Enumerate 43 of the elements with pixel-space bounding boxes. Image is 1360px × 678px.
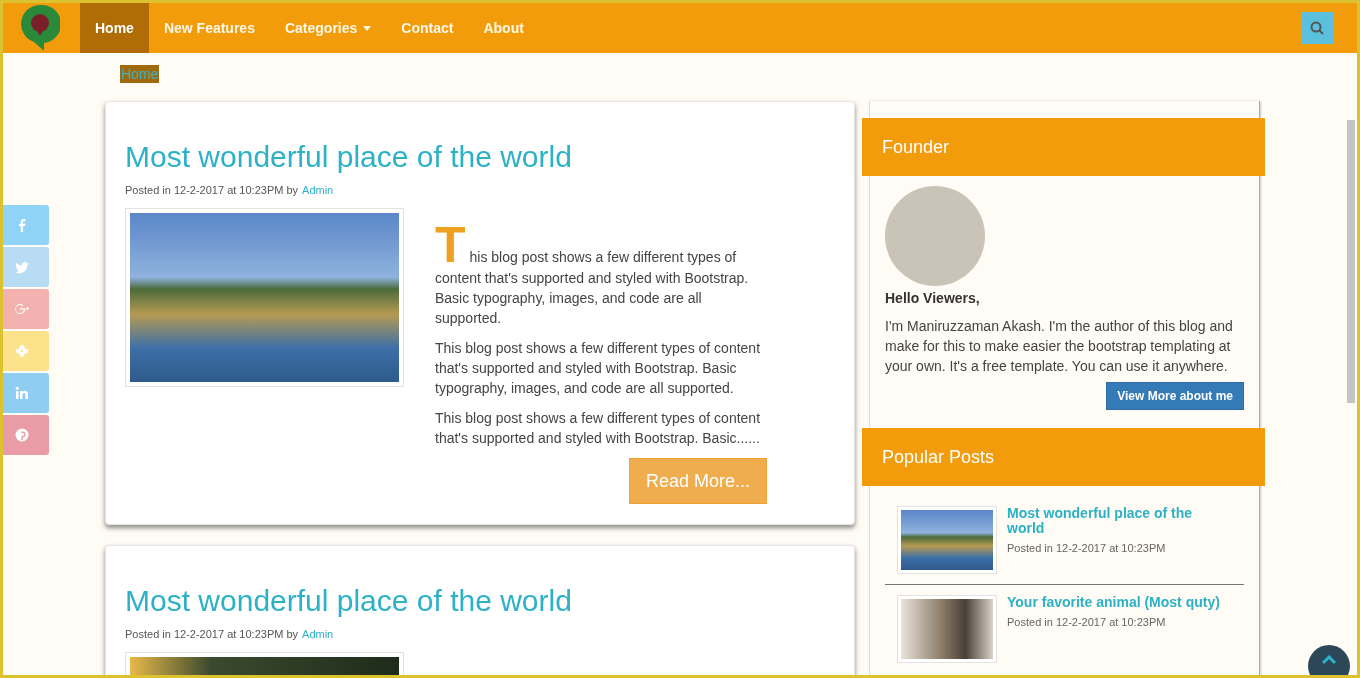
share-button[interactable]	[3, 415, 49, 455]
share-button[interactable]	[3, 205, 49, 245]
flower-icon	[15, 344, 29, 358]
breadcrumb-link[interactable]: Home	[120, 65, 160, 83]
pinterest-icon	[15, 428, 29, 442]
post-title[interactable]: Most wonderful place of the world	[125, 138, 834, 176]
search-icon	[1310, 21, 1324, 35]
chevron-up-icon	[1322, 655, 1336, 665]
share-button[interactable]	[3, 247, 49, 287]
read-more-button[interactable]: Read More...	[629, 458, 767, 504]
author-link[interactable]: Admin	[302, 628, 334, 640]
map-pin-icon	[20, 4, 60, 52]
share-button[interactable]	[3, 331, 49, 371]
popular-post-link[interactable]: Most wonderful place of the world	[1007, 506, 1222, 536]
post-date: Posted in 12-2-2017 at 10:23PM	[1007, 616, 1167, 628]
caret-icon	[363, 25, 372, 31]
view-more-button[interactable]: View More about me	[1106, 382, 1244, 410]
founder-bio: I'm Maniruzzaman Akash. I'm the author of this blog and make for this to make easier the bootstrap templating at your own. It's a free template. You can use it anywhere.	[885, 317, 1234, 376]
panel-heading: Popular Posts	[862, 428, 1265, 486]
share-button[interactable]	[3, 289, 49, 329]
post-meta: Posted in 12-2-2017 at 10:23PM by	[125, 628, 299, 640]
post-date: Posted in 12-2-2017 at 10:23PM	[1007, 542, 1167, 554]
nav-link[interactable]: New Features	[148, 3, 270, 53]
popular-post-link[interactable]: Your favorite animal (Most quty)	[1007, 595, 1222, 610]
nav-link[interactable]: Contact	[386, 3, 469, 53]
author-link[interactable]: Admin	[302, 184, 334, 196]
post-paragraph: This blog post shows a few different types of content that's supported and styled with Bootstrap. Basic typography, images, and code are all supported.	[435, 339, 762, 398]
nav-link[interactable]: About	[468, 3, 539, 53]
post-meta: Posted in 12-2-2017 at 10:23PM by	[125, 184, 299, 196]
nav-link[interactable]: Home	[80, 3, 149, 53]
twitter-icon	[15, 260, 29, 274]
search-button[interactable]	[1301, 12, 1333, 44]
google-plus-icon	[15, 302, 29, 316]
linkedin-icon	[15, 386, 29, 400]
share-button[interactable]	[3, 373, 49, 413]
post-paragraph: T his blog post shows a few different types of content that's supported and styled with Bootstrap. Basic typography, images, and code are all supported.	[435, 222, 750, 328]
greeting: Hello Viewers,	[885, 290, 981, 306]
panel-heading: Founder	[862, 118, 1265, 176]
nav-link[interactable]: Categories	[269, 3, 387, 53]
post-title[interactable]: Most wonderful place of the world	[125, 582, 834, 620]
post-paragraph: This blog post shows a few different types of content that's supported and styled with Bootstrap. Basic......	[435, 409, 762, 448]
scrollbar-thumb[interactable]	[1347, 120, 1355, 403]
back-to-top-button[interactable]	[1308, 645, 1350, 675]
